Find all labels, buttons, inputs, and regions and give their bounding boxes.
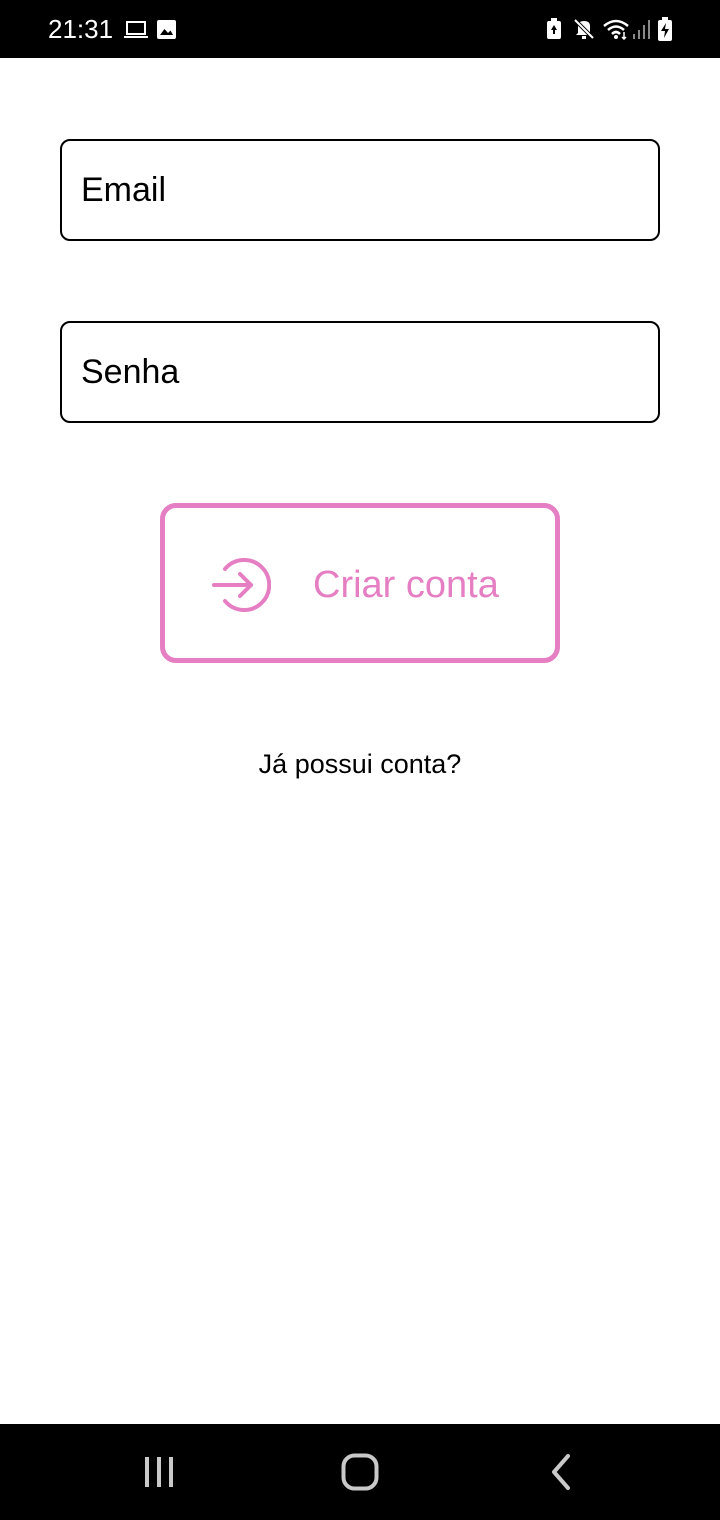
laptop-icon	[124, 21, 148, 38]
login-arrow-icon	[212, 558, 271, 612]
recent-apps-button[interactable]	[129, 1444, 189, 1500]
screen: 21:31 Email Criar conta Já possui conta?	[0, 0, 720, 1520]
battery-charging-icon	[658, 17, 672, 41]
back-icon	[552, 1454, 570, 1490]
signal-icon	[633, 20, 650, 39]
mute-icon	[573, 18, 595, 40]
home-icon	[341, 1453, 379, 1491]
recent-apps-icon	[145, 1457, 173, 1487]
password-field[interactable]	[60, 321, 660, 423]
create-account-button[interactable]: Criar conta	[160, 503, 560, 663]
email-field[interactable]	[60, 139, 660, 241]
status-time: 21:31	[48, 14, 114, 44]
navigation-bar	[0, 1424, 720, 1520]
password-input[interactable]	[81, 323, 658, 421]
email-input[interactable]	[81, 141, 658, 239]
battery-saver-icon	[547, 18, 561, 39]
status-bar: 21:31	[0, 0, 720, 58]
already-have-account-link[interactable]: Já possui conta?	[0, 746, 720, 782]
wifi-icon	[603, 19, 629, 40]
image-icon	[157, 20, 176, 39]
create-account-label: Criar conta	[313, 564, 499, 606]
back-button[interactable]	[532, 1444, 592, 1500]
home-button[interactable]	[330, 1444, 390, 1500]
